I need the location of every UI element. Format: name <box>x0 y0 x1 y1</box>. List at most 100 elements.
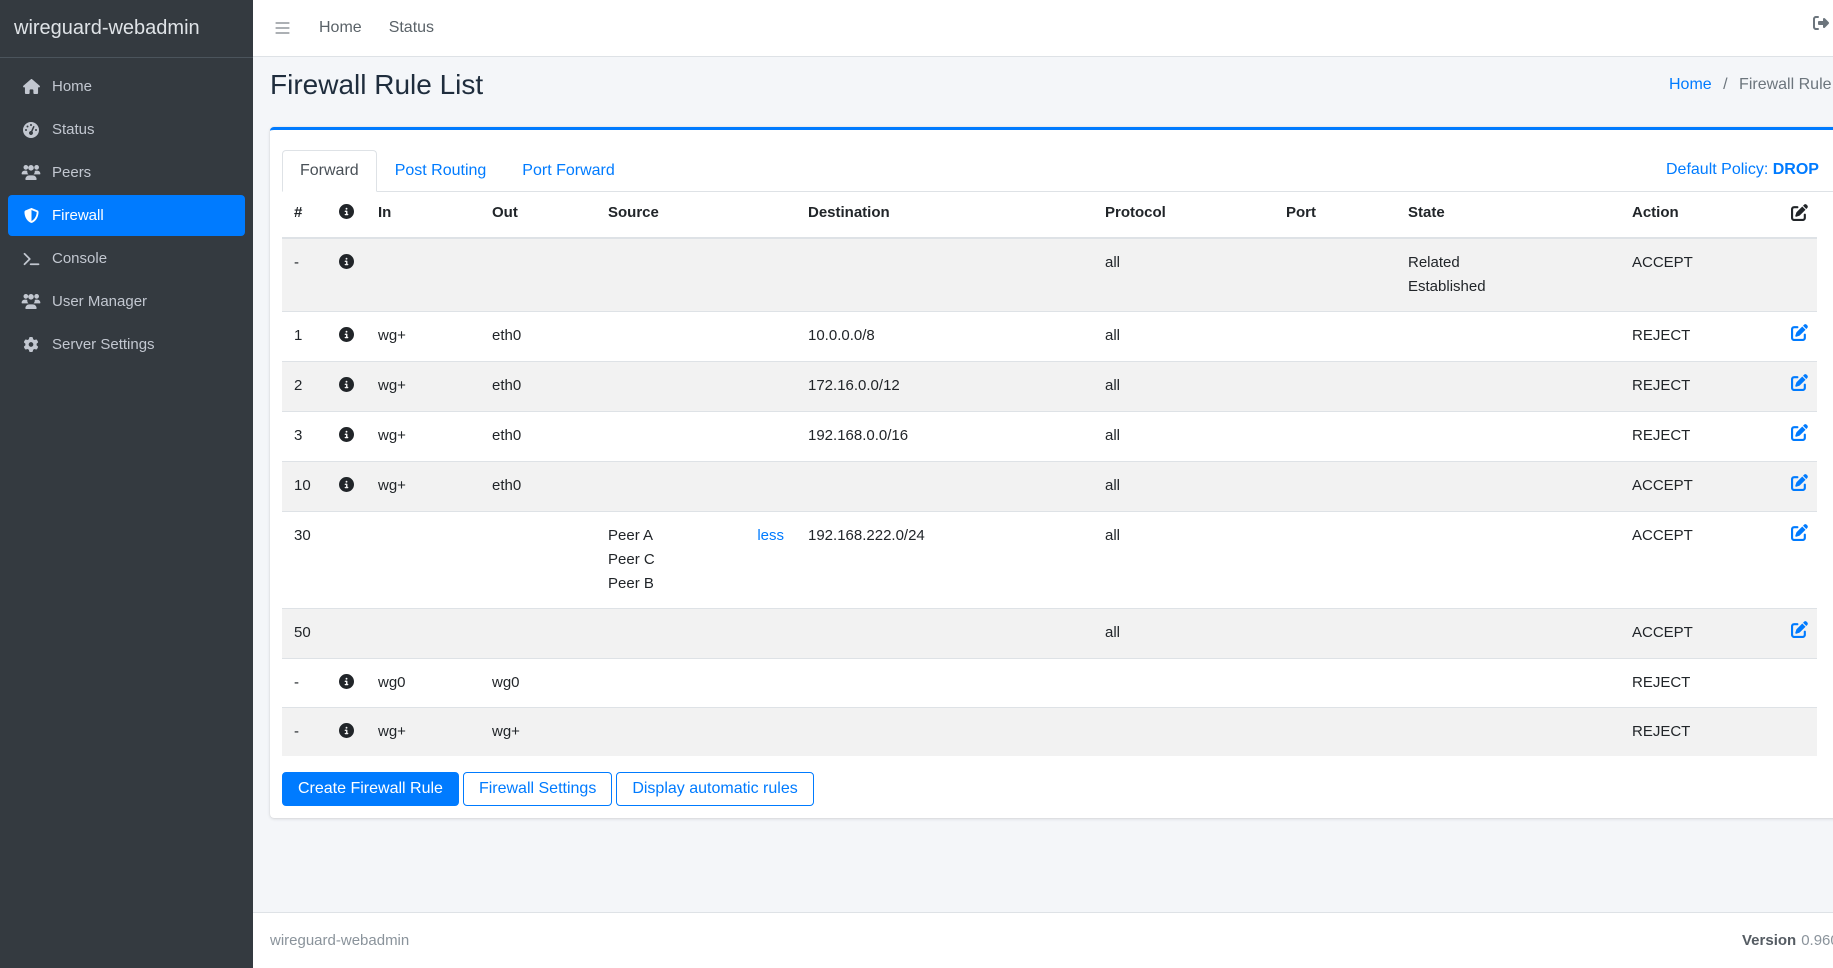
info-circle-icon[interactable] <box>339 477 354 492</box>
rule-number: 30 <box>282 512 327 609</box>
col-header-info <box>327 192 366 238</box>
sign-out-icon[interactable] <box>1812 15 1830 35</box>
rule-number: - <box>282 708 327 757</box>
rule-out: eth0 <box>480 462 596 512</box>
rule-destination <box>796 659 1093 708</box>
rule-action: ACCEPT <box>1620 609 1779 659</box>
rule-destination <box>796 462 1093 512</box>
breadcrumb-current: Firewall Rule List <box>1739 76 1833 93</box>
rule-out: wg0 <box>480 659 596 708</box>
rule-protocol: all <box>1093 412 1274 462</box>
info-circle-icon[interactable] <box>339 254 354 269</box>
rule-number: - <box>282 659 327 708</box>
sidebar-item-firewall[interactable]: Firewall <box>8 195 245 236</box>
info-circle-icon[interactable] <box>339 723 354 738</box>
col-header-edit <box>1779 192 1817 238</box>
col-header-number: # <box>282 192 327 238</box>
default-policy: Default Policy: DROP <box>1666 161 1819 179</box>
rule-edit-button[interactable] <box>1791 621 1808 638</box>
rule-out <box>480 238 596 312</box>
sidebar: wireguard-webadmin Home Status Peers <box>0 0 253 968</box>
col-header-source: Source <box>596 192 796 238</box>
table-row: 3 wg+ eth0 192.168.0.0/16 all REJECT <box>282 412 1817 462</box>
rule-source-names: Peer APeer CPeer B <box>608 524 655 596</box>
rule-in: wg+ <box>366 312 480 362</box>
create-firewall-rule-button[interactable]: Create Firewall Rule <box>282 772 459 806</box>
rule-in <box>366 238 480 312</box>
rule-destination: 192.168.0.0/16 <box>796 412 1093 462</box>
state-value: Established <box>1408 275 1608 299</box>
rule-state: RelatedEstablished <box>1396 238 1620 312</box>
rule-state <box>1396 412 1620 462</box>
rule-edit-button[interactable] <box>1791 424 1808 441</box>
col-header-in: In <box>366 192 480 238</box>
rule-in: wg0 <box>366 659 480 708</box>
sidebar-brand[interactable]: wireguard-webadmin <box>0 0 253 58</box>
footer: wireguard-webadmin Version0.960 <box>253 912 1833 968</box>
footer-version: Version0.960 <box>1742 932 1833 949</box>
info-circle-icon[interactable] <box>339 674 354 689</box>
shield-icon <box>20 208 42 223</box>
topbar-link-status[interactable]: Status <box>389 19 434 37</box>
breadcrumb-home-link[interactable]: Home <box>1669 76 1712 93</box>
sidebar-item-server-settings[interactable]: Server Settings <box>8 324 245 365</box>
table-row: 30 Peer APeer CPeer B less 192.168.222.0… <box>282 512 1817 609</box>
rule-protocol: all <box>1093 238 1274 312</box>
rule-out <box>480 512 596 609</box>
rule-number: 10 <box>282 462 327 512</box>
rule-destination <box>796 708 1093 757</box>
topbar-link-home[interactable]: Home <box>319 19 362 37</box>
source-peer: Peer B <box>608 572 655 596</box>
rule-port <box>1274 412 1396 462</box>
rule-action: ACCEPT <box>1620 512 1779 609</box>
home-icon <box>20 79 42 94</box>
breadcrumb: Home / Firewall Rule List <box>1669 76 1833 94</box>
info-circle-icon[interactable] <box>339 377 354 392</box>
table-row: 10 wg+ eth0 all ACCEPT <box>282 462 1817 512</box>
sidebar-item-console[interactable]: Console <box>8 238 245 279</box>
rule-number: 50 <box>282 609 327 659</box>
rule-out <box>480 609 596 659</box>
rule-edit-button[interactable] <box>1791 524 1808 541</box>
app-window: wireguard-webadmin Home Status Peers <box>0 0 1833 968</box>
content-header: Firewall Rule List Home / Firewall Rule … <box>253 57 1833 120</box>
tab-post-routing[interactable]: Post Routing <box>377 150 505 192</box>
rule-state <box>1396 312 1620 362</box>
sidebar-item-peers[interactable]: Peers <box>8 152 245 193</box>
less-link[interactable]: less <box>757 524 784 548</box>
firewall-table-body: - all RelatedEstablished ACCEPT 1 <box>282 238 1817 756</box>
tab-port-forward[interactable]: Port Forward <box>504 150 632 192</box>
sidebar-nav: Home Status Peers Firewall <box>0 58 253 365</box>
rule-action: REJECT <box>1620 412 1779 462</box>
rule-number: 1 <box>282 312 327 362</box>
sidebar-item-label: Console <box>52 250 107 267</box>
rule-action: ACCEPT <box>1620 462 1779 512</box>
display-automatic-rules-button[interactable]: Display automatic rules <box>616 772 813 806</box>
rule-destination <box>796 609 1093 659</box>
version-value: 0.960 <box>1801 932 1833 949</box>
rule-destination <box>796 238 1093 312</box>
sidebar-item-user-manager[interactable]: User Manager <box>8 281 245 322</box>
hamburger-icon[interactable] <box>273 20 292 36</box>
rule-edit-button[interactable] <box>1791 374 1808 391</box>
tab-forward[interactable]: Forward <box>282 150 377 192</box>
rule-edit-button[interactable] <box>1791 474 1808 491</box>
rule-port <box>1274 238 1396 312</box>
source-peer: Peer C <box>608 548 655 572</box>
rule-port <box>1274 609 1396 659</box>
gauge-icon <box>20 122 42 138</box>
main-area: Home Status Firewall Rule List Home / Fi… <box>253 0 1833 968</box>
info-circle-icon[interactable] <box>339 327 354 342</box>
rule-edit-button[interactable] <box>1791 324 1808 341</box>
rule-number: 2 <box>282 362 327 412</box>
sidebar-item-home[interactable]: Home <box>8 66 245 107</box>
sidebar-item-status[interactable]: Status <box>8 109 245 150</box>
rule-in: wg+ <box>366 362 480 412</box>
rule-state <box>1396 609 1620 659</box>
rule-in <box>366 512 480 609</box>
firewall-settings-button[interactable]: Firewall Settings <box>463 772 612 806</box>
rule-port <box>1274 362 1396 412</box>
rule-state <box>1396 462 1620 512</box>
info-circle-icon[interactable] <box>339 427 354 442</box>
source-peer: Peer A <box>608 524 655 548</box>
